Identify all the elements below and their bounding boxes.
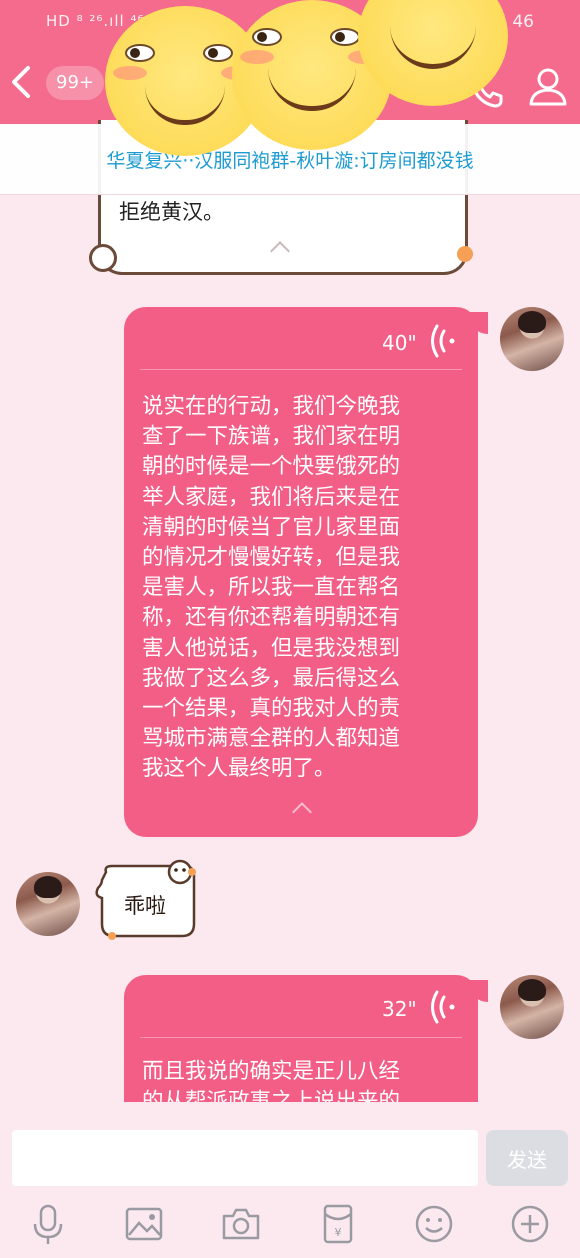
message-input[interactable] <box>12 1130 478 1186</box>
svg-text:¥: ¥ <box>335 1226 342 1239</box>
bubble-decoration <box>89 244 117 272</box>
voice-message-bubble[interactable]: 40" 说实在的行动，我们今晚我 查了一下族谱，我们家在明 朝的时候是一个快要饿… <box>124 307 478 837</box>
bubble-decoration <box>457 246 473 262</box>
image-icon[interactable] <box>122 1202 166 1246</box>
message-input-bar: 发送 <box>0 1102 580 1194</box>
divider <box>140 369 462 370</box>
avatar[interactable] <box>500 307 564 371</box>
message-text: 拒绝黄汉。 <box>119 200 224 224</box>
red-packet-icon[interactable]: ¥ <box>316 1202 360 1246</box>
battery-level: 46 <box>512 12 534 32</box>
plus-icon[interactable] <box>508 1202 552 1246</box>
collapse-chevron-icon[interactable] <box>292 802 312 822</box>
profile-icon[interactable] <box>526 64 570 108</box>
back-arrow-icon[interactable] <box>6 62 36 102</box>
voice-wave-icon[interactable] <box>426 321 460 361</box>
send-button[interactable]: 发送 <box>486 1130 568 1186</box>
emoji-icon[interactable] <box>412 1202 456 1246</box>
voice-transcript-text: 说实在的行动，我们今晚我 查了一下族谱，我们家在明 朝的时候是一个快要饿死的 举… <box>142 394 401 782</box>
divider <box>140 1037 462 1038</box>
camera-icon[interactable] <box>219 1202 263 1246</box>
avatar[interactable] <box>500 975 564 1039</box>
voice-wave-icon[interactable] <box>426 987 460 1027</box>
collapse-chevron-icon[interactable] <box>270 241 290 261</box>
microphone-icon[interactable] <box>26 1202 70 1246</box>
sticker-text: 乖啦 <box>124 894 166 918</box>
avatar[interactable] <box>16 872 80 936</box>
unread-count-badge[interactable]: 99+ <box>46 66 104 100</box>
input-toolbar: ¥ <box>0 1194 580 1258</box>
voice-duration: 32" <box>382 997 417 1021</box>
pinned-text: 华夏复兴··汉服同袍群-秋叶漩:订房间都没钱 <box>106 150 474 172</box>
voice-duration: 40" <box>382 331 417 355</box>
